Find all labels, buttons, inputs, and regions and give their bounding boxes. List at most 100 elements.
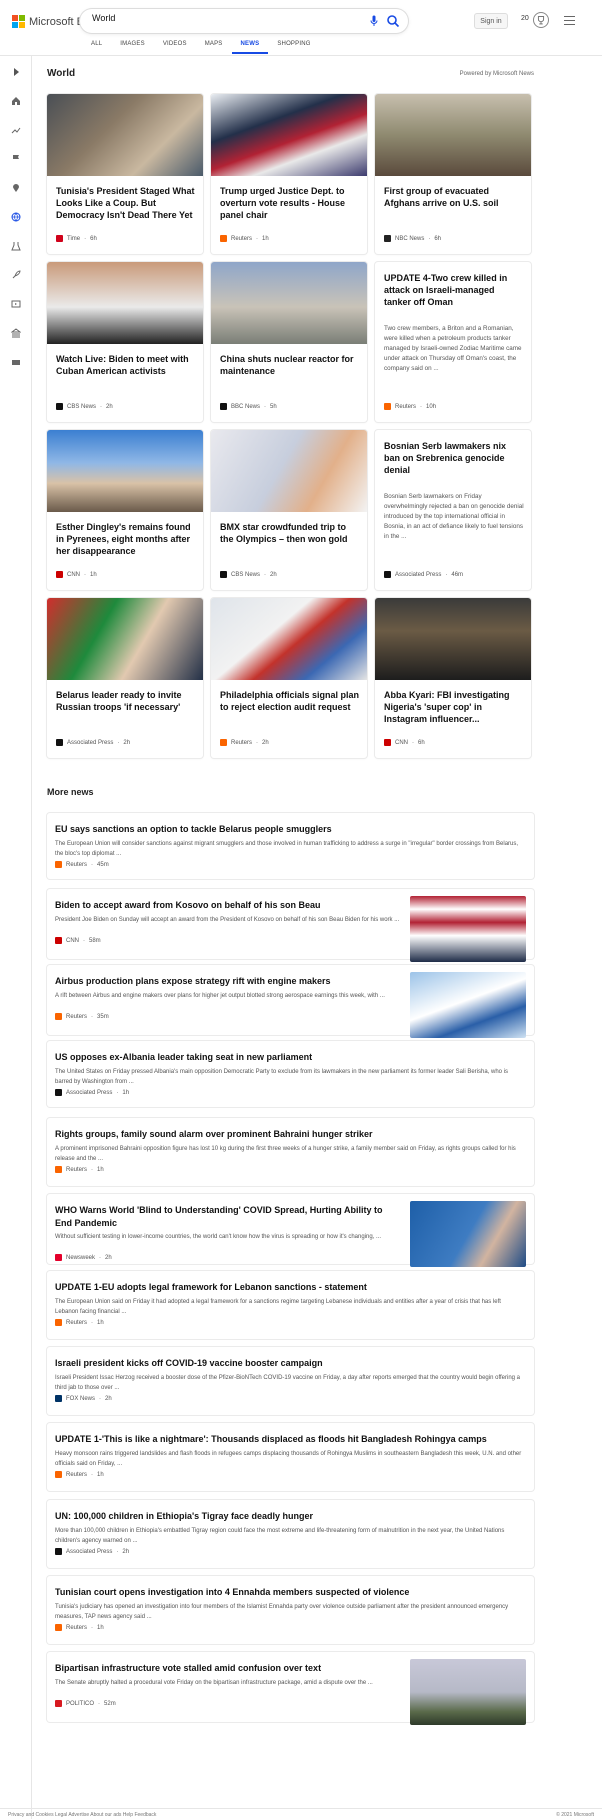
sign-in-button[interactable]: Sign in xyxy=(474,13,508,29)
source-name: CNN xyxy=(395,739,408,746)
news-card-title[interactable]: First group of evacuated Afghans arrive … xyxy=(384,185,524,209)
source-name: NBC News xyxy=(395,235,425,242)
news-card[interactable]: Watch Live: Biden to meet with Cuban Ame… xyxy=(47,262,203,422)
news-card-title[interactable]: Watch Live: Biden to meet with Cuban Ame… xyxy=(56,353,196,377)
more-news-item[interactable]: Rights groups, family sound alarm over p… xyxy=(47,1118,534,1186)
news-card[interactable]: Belarus leader ready to invite Russian t… xyxy=(47,598,203,758)
news-card[interactable]: China shuts nuclear reactor for maintena… xyxy=(211,262,367,422)
search-input[interactable] xyxy=(92,13,332,23)
news-card-title[interactable]: Philadelphia officials signal plan to re… xyxy=(220,689,360,713)
search-icon[interactable] xyxy=(386,14,400,28)
more-news-title[interactable]: EU says sanctions an option to tackle Be… xyxy=(55,823,525,836)
powered-by[interactable]: Powered by Microsoft News xyxy=(460,71,534,77)
news-card-title[interactable]: Esther Dingley's remains found in Pyrene… xyxy=(56,521,196,557)
more-news-title[interactable]: Rights groups, family sound alarm over p… xyxy=(55,1128,525,1141)
more-news-title[interactable]: UPDATE 1-'This is like a nightmare': Tho… xyxy=(55,1433,525,1446)
source-name: Reuters xyxy=(231,739,253,746)
news-card-title[interactable]: Belarus leader ready to invite Russian t… xyxy=(56,689,196,713)
more-news-title[interactable]: UPDATE 1-EU adopts legal framework for L… xyxy=(55,1281,525,1294)
more-news-title[interactable]: UN: 100,000 children in Ethiopia's Tigra… xyxy=(55,1510,525,1523)
rewards-points[interactable]: 20 xyxy=(521,15,529,22)
news-card-image[interactable] xyxy=(375,94,531,176)
more-news-item[interactable]: UN: 100,000 children in Ethiopia's Tigra… xyxy=(47,1500,534,1568)
tab-videos[interactable]: VIDEOS xyxy=(154,41,196,54)
source-logo-icon xyxy=(55,1254,62,1261)
search-box[interactable] xyxy=(80,9,408,33)
trending-icon[interactable] xyxy=(11,125,21,135)
flag-icon[interactable] xyxy=(11,154,21,164)
expand-arrow-icon[interactable] xyxy=(11,67,21,77)
more-news-item[interactable]: EU says sanctions an option to tackle Be… xyxy=(47,813,534,879)
footer-links[interactable]: Privacy and Cookies Legal Advertise Abou… xyxy=(8,1812,156,1818)
tab-all[interactable]: ALL xyxy=(82,41,111,54)
entertainment-icon[interactable] xyxy=(11,299,21,309)
tab-images[interactable]: IMAGES xyxy=(111,41,154,54)
more-news-item[interactable]: Airbus production plans expose strategy … xyxy=(47,965,534,1038)
microphone-icon[interactable] xyxy=(370,15,378,27)
news-card-title[interactable]: UPDATE 4-Two crew killed in attack on Is… xyxy=(384,272,524,308)
news-card-image[interactable] xyxy=(47,430,203,512)
politics-icon[interactable] xyxy=(11,328,21,338)
news-card-title[interactable]: Trump urged Justice Dept. to overturn vo… xyxy=(220,185,360,221)
news-card[interactable]: UPDATE 4-Two crew killed in attack on Is… xyxy=(375,262,531,422)
more-news-title[interactable]: Israeli president kicks off COVID-19 vac… xyxy=(55,1357,525,1370)
news-card-image[interactable] xyxy=(375,598,531,680)
news-card[interactable]: BMX star crowdfunded trip to the Olympic… xyxy=(211,430,367,590)
more-news-item[interactable]: UPDATE 1-EU adopts legal framework for L… xyxy=(47,1271,534,1339)
more-news-image[interactable] xyxy=(410,1201,526,1267)
news-card[interactable]: Abba Kyari: FBI investigating Nigeria's … xyxy=(375,598,531,758)
more-news-title[interactable]: Biden to accept award from Kosovo on beh… xyxy=(55,899,400,912)
news-card[interactable]: Tunisia's President Staged What Looks Li… xyxy=(47,94,203,254)
menu-icon[interactable] xyxy=(564,16,575,25)
more-news-item[interactable]: WHO Warns World 'Blind to Understanding'… xyxy=(47,1194,534,1267)
more-news-snippet: More than 100,000 children in Ethiopia's… xyxy=(55,1528,505,1544)
tab-shopping[interactable]: SHOPPING xyxy=(268,41,319,54)
news-card-title[interactable]: Tunisia's President Staged What Looks Li… xyxy=(56,185,196,221)
more-news-title[interactable]: Tunisian court opens investigation into … xyxy=(55,1586,525,1599)
more-news-image[interactable] xyxy=(410,972,526,1038)
news-card-image[interactable] xyxy=(47,262,203,344)
globe-icon[interactable] xyxy=(11,212,21,222)
news-card-title[interactable]: Bosnian Serb lawmakers nix ban on Srebre… xyxy=(384,440,524,476)
news-card-image[interactable] xyxy=(211,598,367,680)
news-card-image[interactable] xyxy=(47,94,203,176)
home-icon[interactable] xyxy=(11,96,21,106)
more-news-item[interactable]: Bipartisan infrastructure vote stalled a… xyxy=(47,1652,534,1725)
more-news-item[interactable]: Israeli president kicks off COVID-19 vac… xyxy=(47,1347,534,1415)
news-card-image[interactable] xyxy=(211,430,367,512)
news-card-image[interactable] xyxy=(211,262,367,344)
more-news-item[interactable]: Tunisian court opens investigation into … xyxy=(47,1576,534,1644)
news-card-title[interactable]: BMX star crowdfunded trip to the Olympic… xyxy=(220,521,360,545)
location-icon[interactable] xyxy=(11,183,21,193)
separator: · xyxy=(98,1700,101,1707)
more-news-title[interactable]: US opposes ex-Albania leader taking seat… xyxy=(55,1051,525,1064)
more-news-image[interactable] xyxy=(410,896,526,962)
header: Microsoft Bing Sign in 20 ALLIMAGESVIDEO… xyxy=(0,0,602,56)
more-news-title[interactable]: WHO Warns World 'Blind to Understanding'… xyxy=(55,1204,400,1230)
news-card[interactable]: First group of evacuated Afghans arrive … xyxy=(375,94,531,254)
news-card[interactable]: Bosnian Serb lawmakers nix ban on Srebre… xyxy=(375,430,531,590)
news-card-image[interactable] xyxy=(211,94,367,176)
news-card-image[interactable] xyxy=(47,598,203,680)
news-card[interactable]: Esther Dingley's remains found in Pyrene… xyxy=(47,430,203,590)
rocket-icon[interactable] xyxy=(11,270,21,280)
more-news-title[interactable]: Airbus production plans expose strategy … xyxy=(55,975,400,988)
news-card-title[interactable]: China shuts nuclear reactor for maintena… xyxy=(220,353,360,377)
more-news-item[interactable]: US opposes ex-Albania leader taking seat… xyxy=(47,1041,534,1107)
tab-maps[interactable]: MAPS xyxy=(196,41,232,54)
source-time: 35m xyxy=(97,1013,109,1020)
news-card[interactable]: Philadelphia officials signal plan to re… xyxy=(211,598,367,758)
more-news-title[interactable]: Bipartisan infrastructure vote stalled a… xyxy=(55,1662,400,1675)
more-news-item[interactable]: Biden to accept award from Kosovo on beh… xyxy=(47,889,534,962)
news-card-title[interactable]: Abba Kyari: FBI investigating Nigeria's … xyxy=(384,689,524,725)
source-logo-icon xyxy=(55,1395,62,1402)
source-name: POLITICO xyxy=(66,1700,95,1707)
more-news-item[interactable]: UPDATE 1-'This is like a nightmare': Tho… xyxy=(47,1423,534,1491)
tab-news[interactable]: NEWS xyxy=(231,41,269,54)
source-logo-icon xyxy=(384,739,391,746)
money-icon[interactable] xyxy=(11,357,21,367)
news-card[interactable]: Trump urged Justice Dept. to overturn vo… xyxy=(211,94,367,254)
more-news-image[interactable] xyxy=(410,1659,526,1725)
rewards-trophy-icon[interactable] xyxy=(533,12,549,28)
science-icon[interactable] xyxy=(11,241,21,251)
